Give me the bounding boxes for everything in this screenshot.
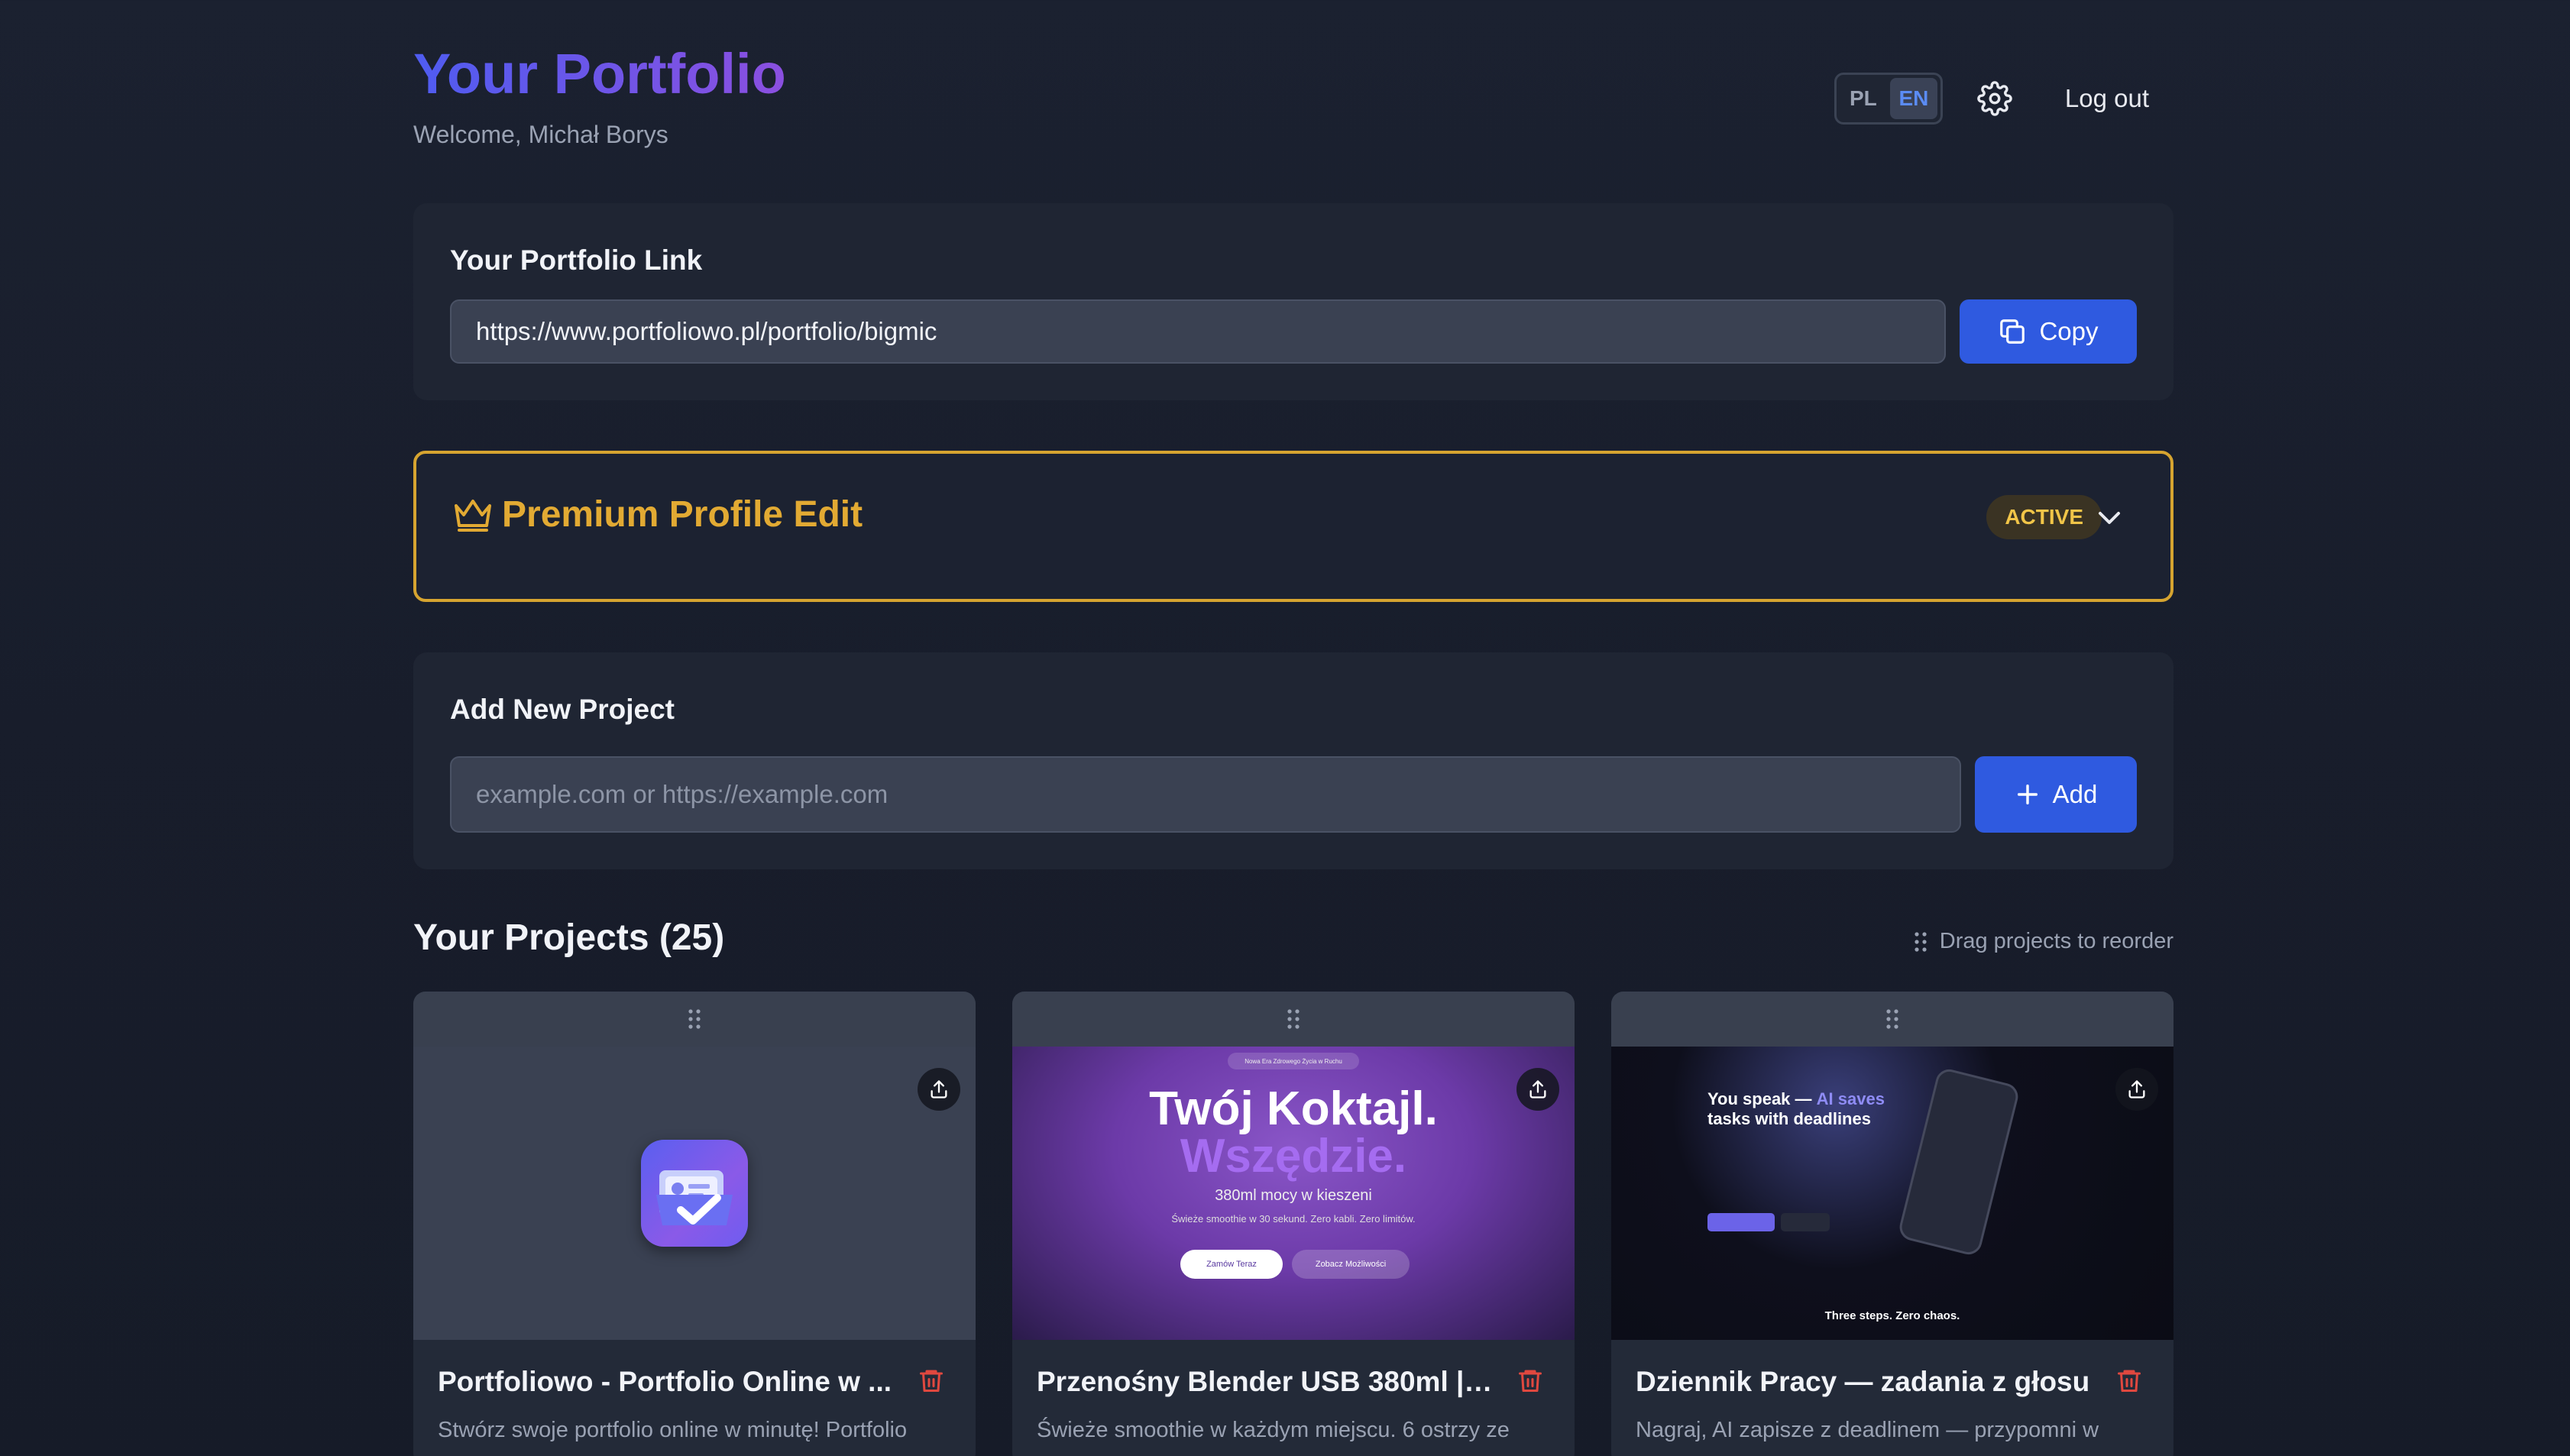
- premium-profile-section[interactable]: Premium Profile Edit ACTIVE: [413, 451, 2173, 602]
- language-switcher: PL EN: [1834, 73, 1943, 125]
- project-description: Stwórz swoje portfolio online w minutę! …: [438, 1418, 908, 1442]
- preview-heading-a: You speak —: [1707, 1089, 1812, 1108]
- drag-handle[interactable]: [1012, 992, 1575, 1047]
- share-button[interactable]: [2115, 1068, 2158, 1111]
- preview-headline-accent: Wszędzie.: [1180, 1130, 1407, 1183]
- projects-title: Your Projects (25): [413, 917, 725, 958]
- drag-handle-icon: [1287, 1009, 1300, 1029]
- drag-handle[interactable]: [413, 992, 976, 1047]
- project-card[interactable]: You speak — AI saves tasks with deadline…: [1611, 992, 2173, 1456]
- gear-icon: [1977, 81, 2012, 116]
- page-container: Your Portfolio Welcome, Michał Borys PL …: [413, 0, 2173, 1456]
- copy-icon: [2000, 319, 2025, 344]
- upload-icon: [931, 1080, 947, 1098]
- premium-title: Premium Profile Edit: [502, 494, 863, 535]
- drag-handle[interactable]: [1611, 992, 2173, 1047]
- share-button[interactable]: [918, 1068, 960, 1111]
- portfolio-link-card: Your Portfolio Link https://www.portfoli…: [413, 203, 2173, 400]
- portfolio-link-field[interactable]: https://www.portfoliowo.pl/portfolio/big…: [450, 299, 1946, 364]
- add-label: Add: [2052, 780, 2098, 808]
- copy-label: Copy: [2039, 317, 2099, 345]
- project-url-placeholder: example.com or https://example.com: [476, 780, 888, 808]
- page-title: Your Portfolio: [413, 42, 786, 105]
- preview-footer: Three steps. Zero chaos.: [1824, 1309, 1960, 1322]
- upload-icon: [2128, 1080, 2145, 1098]
- trash-icon[interactable]: [918, 1366, 945, 1395]
- welcome-text: Welcome, Michał Borys: [413, 121, 668, 148]
- portfolio-link-value: https://www.portfoliowo.pl/portfolio/big…: [476, 317, 937, 345]
- logout-button[interactable]: Log out: [2065, 84, 2149, 113]
- project-card[interactable]: Portfoliowo - Portfolio Online w ... Stw…: [413, 992, 976, 1456]
- trash-icon[interactable]: [1516, 1366, 1544, 1395]
- portfolio-app-icon: [641, 1140, 748, 1247]
- portfolio-link-title: Your Portfolio Link: [450, 244, 703, 276]
- add-project-title: Add New Project: [450, 694, 675, 725]
- project-name[interactable]: Przenośny Blender USB 380ml | ...: [1037, 1366, 1495, 1398]
- project-description: Świeże smoothie w każdym miejscu. 6 ostr…: [1037, 1418, 1510, 1442]
- status-badge: ACTIVE: [1986, 495, 2102, 539]
- drag-handle-icon: [1915, 931, 1927, 952]
- add-project-button[interactable]: Add: [1975, 756, 2137, 833]
- drag-handle-icon: [688, 1009, 701, 1029]
- project-description: Nagraj, AI zapisze z deadlinem — przypom…: [1636, 1418, 2099, 1442]
- header: Your Portfolio Welcome, Michał Borys PL …: [413, 0, 2173, 199]
- project-card[interactable]: Nowa Era Zdrowego Życia w Ruchu Twój Kok…: [1012, 992, 1575, 1456]
- project-thumbnail[interactable]: You speak — AI saves tasks with deadline…: [1611, 1047, 2173, 1340]
- lang-en-button[interactable]: EN: [1889, 78, 1937, 119]
- preview-headline: Twój Koktajl.: [1149, 1082, 1438, 1135]
- settings-button[interactable]: [1973, 77, 2016, 120]
- preview-order-pill: Zamów Teraz: [1180, 1250, 1283, 1279]
- preview-primary-button: [1707, 1213, 1775, 1231]
- preview-heading-c: tasks with deadlines: [1707, 1109, 1871, 1128]
- preview-heading: You speak — AI saves tasks with deadline…: [1707, 1089, 1885, 1129]
- preview-secondary-button: [1781, 1213, 1830, 1231]
- share-button[interactable]: [1516, 1068, 1559, 1111]
- header-actions: PL EN Log out: [1834, 72, 2173, 125]
- project-url-input[interactable]: example.com or https://example.com: [450, 756, 1961, 833]
- trash-icon[interactable]: [2115, 1366, 2143, 1395]
- lang-pl-button[interactable]: PL: [1840, 78, 1887, 119]
- upload-icon: [1529, 1080, 1546, 1098]
- project-thumbnail[interactable]: Nowa Era Zdrowego Życia w Ruchu Twój Kok…: [1012, 1047, 1575, 1340]
- project-name[interactable]: Portfoliowo - Portfolio Online w ...: [438, 1366, 896, 1398]
- chevron-down-icon[interactable]: [2096, 509, 2123, 527]
- plus-icon: [2017, 784, 2038, 805]
- preview-top-pill: Nowa Era Zdrowego Życia w Ruchu: [1228, 1053, 1359, 1069]
- project-name[interactable]: Dziennik Pracy — zadania z głosu: [1636, 1366, 2094, 1398]
- preview-phone-mockup: [1896, 1066, 2021, 1257]
- project-thumbnail[interactable]: [413, 1047, 976, 1340]
- preview-heading-b: AI saves: [1816, 1089, 1885, 1108]
- preview-features-pill: Zobacz Możliwości: [1292, 1250, 1410, 1279]
- reorder-hint: Drag projects to reorder: [1914, 929, 2173, 954]
- preview-subtitle: 380ml mocy w kieszeni: [1215, 1187, 1372, 1204]
- preview-caption: Świeże smoothie w 30 sekund. Zero kabli.…: [1171, 1213, 1416, 1225]
- add-project-card: Add New Project example.com or https://e…: [413, 652, 2173, 869]
- projects-header: Your Projects (25) Drag projects to reor…: [413, 917, 2173, 966]
- crown-icon: [455, 500, 491, 532]
- reorder-hint-text: Drag projects to reorder: [1939, 929, 2173, 953]
- copy-button[interactable]: Copy: [1960, 299, 2137, 364]
- drag-handle-icon: [1886, 1009, 1898, 1029]
